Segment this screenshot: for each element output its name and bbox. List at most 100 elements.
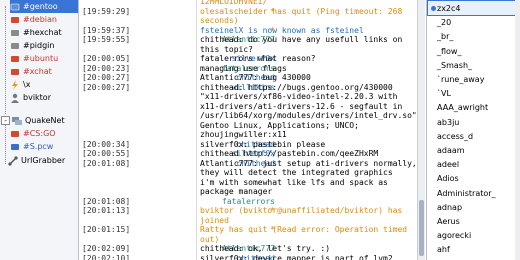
user-list-item[interactable]: ab3ju <box>437 117 459 129</box>
chat-scrollbar[interactable] <box>417 0 425 260</box>
tree-item-x[interactable]: \x <box>10 78 30 91</box>
message-timestamp: [20:01:13] <box>82 206 131 215</box>
tree-guide-line <box>5 6 6 114</box>
message-line: package manager <box>200 187 273 196</box>
tree-item-label: #xchat <box>23 67 52 76</box>
tree-item-label: #hexchat <box>23 28 62 37</box>
tree-item-csgo[interactable]: #CS:GO <box>10 127 56 140</box>
hash-chat-icon <box>10 67 20 77</box>
message-line: "x11-drivers/xf86-video-intel-2.20.3 wit… <box>200 92 398 101</box>
tree-item-label: #CS:GO <box>23 129 56 138</box>
user-list-scrollbar[interactable] <box>515 0 520 260</box>
message-line: x11-drivers/ati-drivers-12.6 - segfault … <box>200 101 403 111</box>
message-text: silverf0x: pastebin please <box>200 140 415 150</box>
user-list-item[interactable]: AAA_awright <box>437 102 488 114</box>
message-timestamp: [20:02:10] <box>82 253 131 260</box>
hash-chat-icon <box>10 15 20 25</box>
user-list[interactable]: zx2c4 _20 _br_ _flow_ _Smash_ `rune_away `VL AA… <box>426 0 520 260</box>
tree-item-label: #gentoo <box>23 2 58 11</box>
message-line: out) <box>200 234 220 244</box>
user-list-item[interactable]: zx2c4 <box>437 3 461 15</box>
message-text: chithead http://pastebin.com/qeeZHxRM <box>200 149 415 159</box>
hash-chat-icon <box>10 54 20 64</box>
tree-item-pidgin[interactable]: #pidgin <box>10 39 54 52</box>
user-list-item[interactable]: access_d <box>437 131 473 143</box>
message-timestamp: [20:00:27] <box>82 82 131 92</box>
user-list-item[interactable]: adeel <box>437 159 459 171</box>
chat-message-row: [20:00:05] silverf0x fatalerrors what reas… <box>80 54 417 64</box>
bolt-icon <box>10 79 20 90</box>
link-icon <box>8 155 18 166</box>
user-list-item[interactable]: agorecki <box>437 230 471 242</box>
tree-item-spcw[interactable]: #S.pcw <box>10 140 53 153</box>
tree-guide-line <box>5 120 6 164</box>
message-line: bviktor (bviktor@unaffiliated/bviktor) h… <box>200 206 403 215</box>
hash-chat-icon <box>10 142 20 152</box>
user-list-item[interactable]: `rune_away <box>437 74 484 86</box>
user-list-item[interactable]: _Smash_ <box>437 60 472 72</box>
message-line: Atlantic777: bug 430000 <box>200 73 311 82</box>
message-timestamp: [20:01:08] <box>82 196 131 206</box>
user-list-item[interactable]: ahf <box>437 244 450 256</box>
message-text: bviktor (bviktor@unaffiliated/bviktor) h… <box>200 206 415 225</box>
hash-chat-icon <box>10 129 20 139</box>
message-nick[interactable]: fatalerrors <box>222 197 275 206</box>
chat-message-row: [20:01:13] * bviktor (bviktor@unaffiliated… <box>80 206 417 225</box>
scrollbar-thumb[interactable] <box>419 200 424 256</box>
chat-message-row: [20:00:55] silverf0x chithead http://paste… <box>80 149 417 159</box>
message-text: Ratty has quit (Read error: Operation ti… <box>200 225 415 244</box>
chat-message-row: [20:01:08] chithead Atlantic777: just setu… <box>80 159 417 197</box>
tree-item-bviktor[interactable]: bviktor <box>10 91 51 104</box>
message-line: managing use flags <box>200 63 287 73</box>
user-list-item[interactable]: Adios <box>437 173 459 185</box>
message-timestamp: [20:00:05] <box>82 54 131 63</box>
user-list-item[interactable]: Administrator_ <box>437 188 496 200</box>
tree-item-debian[interactable]: #debian <box>10 13 57 26</box>
user-list-item[interactable]: adaam <box>437 145 465 157</box>
message-timestamp: [19:59:37] <box>82 25 131 35</box>
message-timestamp: [19:59:55] <box>82 35 131 44</box>
chat-log[interactable]: 12MMLOIDHVNEI/[19:59:29] * olesalscheider … <box>80 0 417 260</box>
message-timestamp: [19:59:29] <box>82 6 131 16</box>
message-line: joined <box>200 215 229 225</box>
chat-message-row: [20:02:09] Atlantic777 chithead: ok, let's… <box>80 244 417 254</box>
message-timestamp: [20:00:34] <box>82 139 131 149</box>
tree-item-urlgrabber[interactable]: UrlGrabber <box>8 154 65 167</box>
tree-item-quakenet[interactable]: QuakeNet <box>12 114 65 127</box>
hash-chat-icon <box>10 28 20 38</box>
message-line: fsteinelX is now known as fsteinel <box>200 25 364 35</box>
tree-item-label: bviktor <box>23 93 51 102</box>
chat-message-row: [20:00:27] chithead Atlantic777: bug 43000… <box>80 73 417 83</box>
message-line: Ratty has quit (Read error: Operation ti… <box>200 225 408 234</box>
chat-message-row: [20:01:08] fatalerrors <box>80 197 417 207</box>
user-list-item[interactable]: adnap <box>437 202 462 214</box>
hash-chat-icon <box>10 2 20 12</box>
collapse-toggle[interactable]: - <box>1 116 10 125</box>
chat-message-row: [20:00:34] chithead silverf0x: pastebin pl… <box>80 140 417 150</box>
message-line: chithead: ok, let's try. :) <box>200 244 331 253</box>
tree-item-ubuntu[interactable]: #ubuntu <box>10 52 58 65</box>
user-list-item[interactable]: _20 <box>437 17 451 29</box>
selection-dot-icon <box>431 6 436 11</box>
tree-item-gentoo[interactable]: #gentoo <box>10 0 78 13</box>
message-text: olesalscheider has quit (Ping timeout: 2… <box>200 7 415 26</box>
message-line: they will detect the integrated graphics <box>200 168 393 177</box>
chat-message-row: [20:00:23] fatalerrors managing use flags <box>80 64 417 74</box>
message-timestamp: [20:00:23] <box>82 63 131 73</box>
chat-message-row: [20:01:15] * Ratty has quit (Read error: O… <box>80 225 417 244</box>
user-list-item[interactable]: `VL <box>437 88 451 100</box>
message-timestamp: [20:00:55] <box>82 149 131 158</box>
tree-item-label: #S.pcw <box>23 142 54 151</box>
chat-message-row: [19:59:55] Atlantic777 chithead: do you ha… <box>80 35 417 54</box>
message-text: fatalerrors what reason? <box>200 54 415 64</box>
user-list-item[interactable]: Aerus <box>437 216 460 228</box>
tree-item-xchat[interactable]: #xchat <box>10 65 52 78</box>
user-list-item[interactable]: _flow_ <box>437 46 461 58</box>
message-text: Atlantic777: bug 430000 <box>200 73 415 83</box>
message-line: /usr/lib64/xorg/modules/drivers/intel_dr… <box>200 111 417 120</box>
tree-item-hexchat[interactable]: #hexchat <box>10 26 62 39</box>
message-line: chithead: do you have any usefull links … <box>200 35 403 44</box>
user-list-item[interactable]: _br_ <box>437 31 453 43</box>
message-text: Atlantic777: just setup ati-drivers norm… <box>200 159 417 197</box>
message-timestamp: [20:01:08] <box>82 158 131 168</box>
